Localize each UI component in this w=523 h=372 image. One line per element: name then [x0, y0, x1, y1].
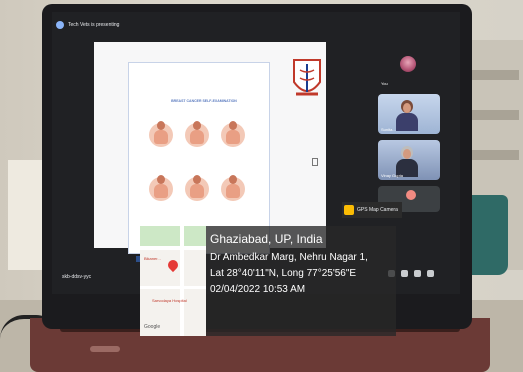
paper-sheet — [8, 160, 46, 270]
laptop-indicator — [90, 346, 120, 352]
participant-video — [396, 146, 418, 177]
presenter-avatar-icon — [56, 21, 64, 29]
presenting-banner: Tech Vets is presenting — [56, 18, 119, 32]
location-info: Ghaziabad, UP, India Dr Ambedkar Marg, N… — [206, 226, 396, 336]
figure-illustration — [185, 121, 209, 151]
participant-name: Sunita... — [381, 127, 396, 132]
user-avatar — [400, 56, 416, 72]
location-address: Dr Ambedkar Marg, Nehru Nagar 1, — [210, 252, 368, 263]
people-icon[interactable] — [401, 270, 408, 277]
presenting-label: Tech Vets is presenting — [68, 22, 120, 28]
gps-overlay: Bikaner... Sarvodaya Hospital Google Gha… — [140, 226, 396, 336]
participant-name: You — [381, 81, 388, 86]
chat-icon[interactable] — [414, 270, 421, 277]
activities-icon[interactable] — [427, 270, 434, 277]
map-poi: Bikaner... — [144, 256, 161, 261]
map-poi: Sarvodaya Hospital — [152, 298, 187, 303]
location-coordinates: Lat 28°40'11"N, Long 77°25'56"E — [210, 268, 357, 279]
figure-illustration — [149, 121, 173, 151]
gps-camera-chip: GPS Map Camera — [342, 202, 402, 218]
participant-tiles: You Sunita... Vinay Gupta 2 others — [378, 50, 442, 218]
others-avatar-icon — [406, 190, 416, 200]
slide-title: BREAST CANCER SELF-EXAMINATION — [171, 99, 237, 103]
figure-illustration — [221, 175, 245, 205]
figure-illustration — [185, 175, 209, 205]
location-title: Ghaziabad, UP, India — [210, 232, 323, 246]
location-datetime: 02/04/2022 10:53 AM — [210, 284, 306, 295]
figure-illustration — [149, 175, 173, 205]
location-pin-icon — [165, 257, 181, 273]
caduceus-logo-icon — [293, 59, 321, 96]
figure-illustration — [221, 121, 245, 151]
gps-camera-icon — [344, 205, 354, 215]
meeting-code: skb-ddsv-yyc — [62, 274, 92, 280]
participant-tile-you[interactable]: You — [378, 50, 440, 88]
participant-tile[interactable]: Sunita... — [378, 94, 440, 134]
mouse-cursor-icon — [312, 158, 318, 166]
location-map: Bikaner... Sarvodaya Hospital Google — [140, 226, 206, 336]
map-brand: Google — [144, 324, 161, 330]
shared-slide: BREAST CANCER SELF-EXAMINATION — [94, 42, 326, 262]
participant-name: Vinay Gupta — [381, 173, 403, 178]
gps-camera-label: GPS Map Camera — [357, 207, 398, 213]
participant-video — [396, 100, 418, 131]
participant-tile[interactable]: Vinay Gupta — [378, 140, 440, 180]
